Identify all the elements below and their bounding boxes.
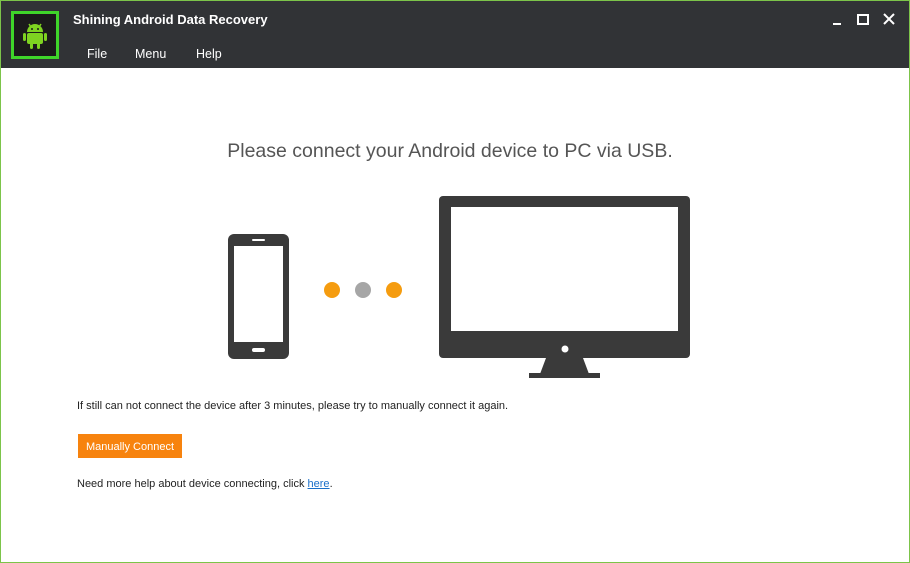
smartphone-icon bbox=[228, 234, 289, 359]
help-line: Need more help about device connecting, … bbox=[77, 478, 333, 490]
monitor-icon bbox=[439, 196, 690, 378]
connection-dots bbox=[324, 282, 402, 298]
help-suffix: . bbox=[329, 478, 333, 490]
dot-orange-right bbox=[386, 282, 402, 298]
help-text: Need more help about device connecting, … bbox=[77, 478, 308, 490]
app-window: Shining Android Data Recovery File Menu … bbox=[0, 0, 910, 563]
dot-orange-left bbox=[324, 282, 340, 298]
help-link[interactable]: here bbox=[308, 478, 330, 490]
instruction-text: If still can not connect the device afte… bbox=[77, 400, 509, 412]
manually-connect-button[interactable]: Manually Connect bbox=[78, 434, 182, 458]
dot-gray-center bbox=[355, 282, 371, 298]
